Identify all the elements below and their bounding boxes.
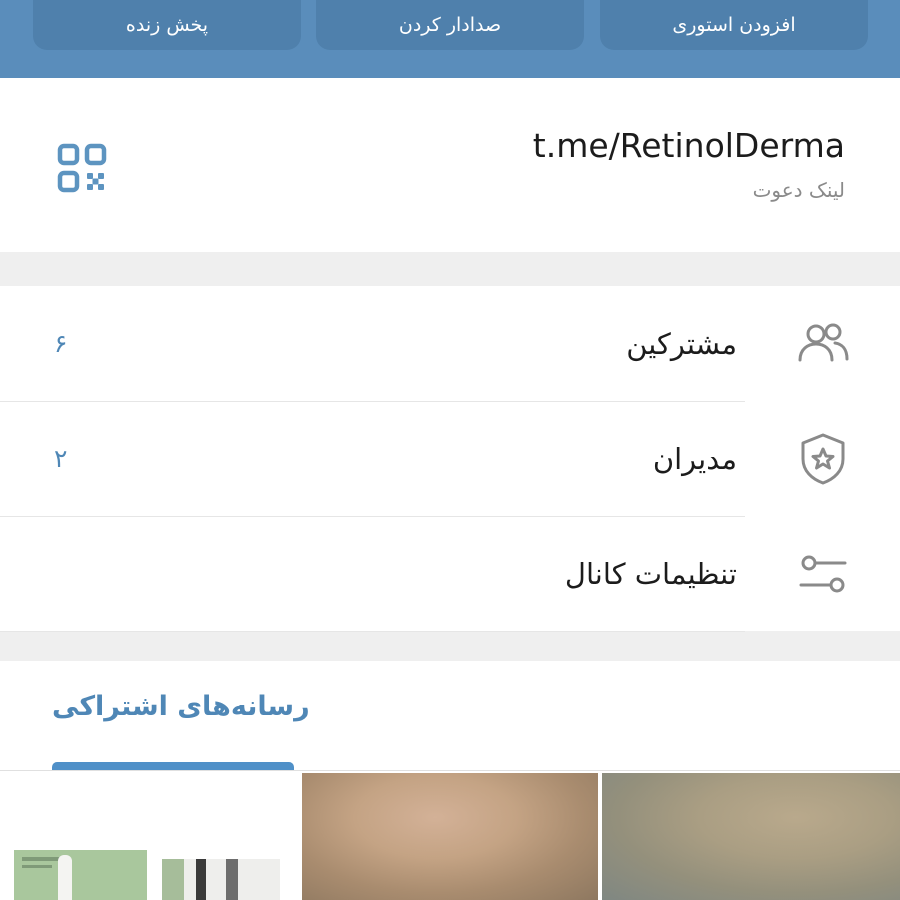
invite-link-card[interactable]: t.me/RetinolDerma لینک دعوت <box>0 78 900 252</box>
subscribers-row[interactable]: مشترکین ۶ <box>0 286 900 401</box>
shared-media-card: رسانه‌های اشتراکی <box>0 661 900 900</box>
channel-header: پخش زنده صدادار کردن افزودن استوری <box>0 0 900 78</box>
row-divider <box>0 631 745 632</box>
media-thumb-1[interactable] <box>0 773 298 900</box>
channel-settings-label: تنظیمات کانال <box>564 556 737 591</box>
channel-info-card: مشترکین ۶ مدیران ۲ تنظیمات کانال <box>0 286 900 632</box>
add-story-label: افزودن استوری <box>672 14 796 36</box>
unmute-label: صدادار کردن <box>398 14 502 36</box>
add-story-button[interactable]: افزودن استوری <box>600 0 868 50</box>
media-thumb-2[interactable] <box>302 773 598 900</box>
admins-count: ۲ <box>54 444 68 473</box>
live-stream-label: پخش زنده <box>125 14 209 36</box>
qr-code-icon[interactable] <box>56 142 108 194</box>
thumb-text-line <box>22 865 52 868</box>
shield-star-icon <box>801 433 845 485</box>
sliders-icon <box>799 555 847 593</box>
channel-settings-row[interactable]: تنظیمات کانال <box>0 516 900 631</box>
thumb-grey-bottle <box>226 859 238 900</box>
thumb-product-bottle <box>58 855 72 900</box>
shared-media-tab[interactable]: رسانه‌های اشتراکی <box>52 691 310 722</box>
thumb-text-line <box>22 857 62 861</box>
thumb-dark-bottle <box>196 859 206 900</box>
tab-bar-divider <box>0 770 900 771</box>
admins-row[interactable]: مدیران ۲ <box>0 401 900 516</box>
unmute-button[interactable]: صدادار کردن <box>316 0 584 50</box>
subscribers-count: ۶ <box>54 329 68 358</box>
invite-link-url[interactable]: t.me/RetinolDerma <box>533 126 845 165</box>
invite-link-label: لینک دعوت <box>752 178 845 202</box>
live-stream-button[interactable]: پخش زنده <box>33 0 301 50</box>
thumb-green-strip <box>162 859 184 900</box>
media-thumb-3[interactable] <box>602 773 900 900</box>
subscribers-label: مشترکین <box>626 326 737 361</box>
admins-label: مدیران <box>652 441 737 476</box>
tab-indicator <box>52 762 294 770</box>
people-icon <box>798 323 849 362</box>
